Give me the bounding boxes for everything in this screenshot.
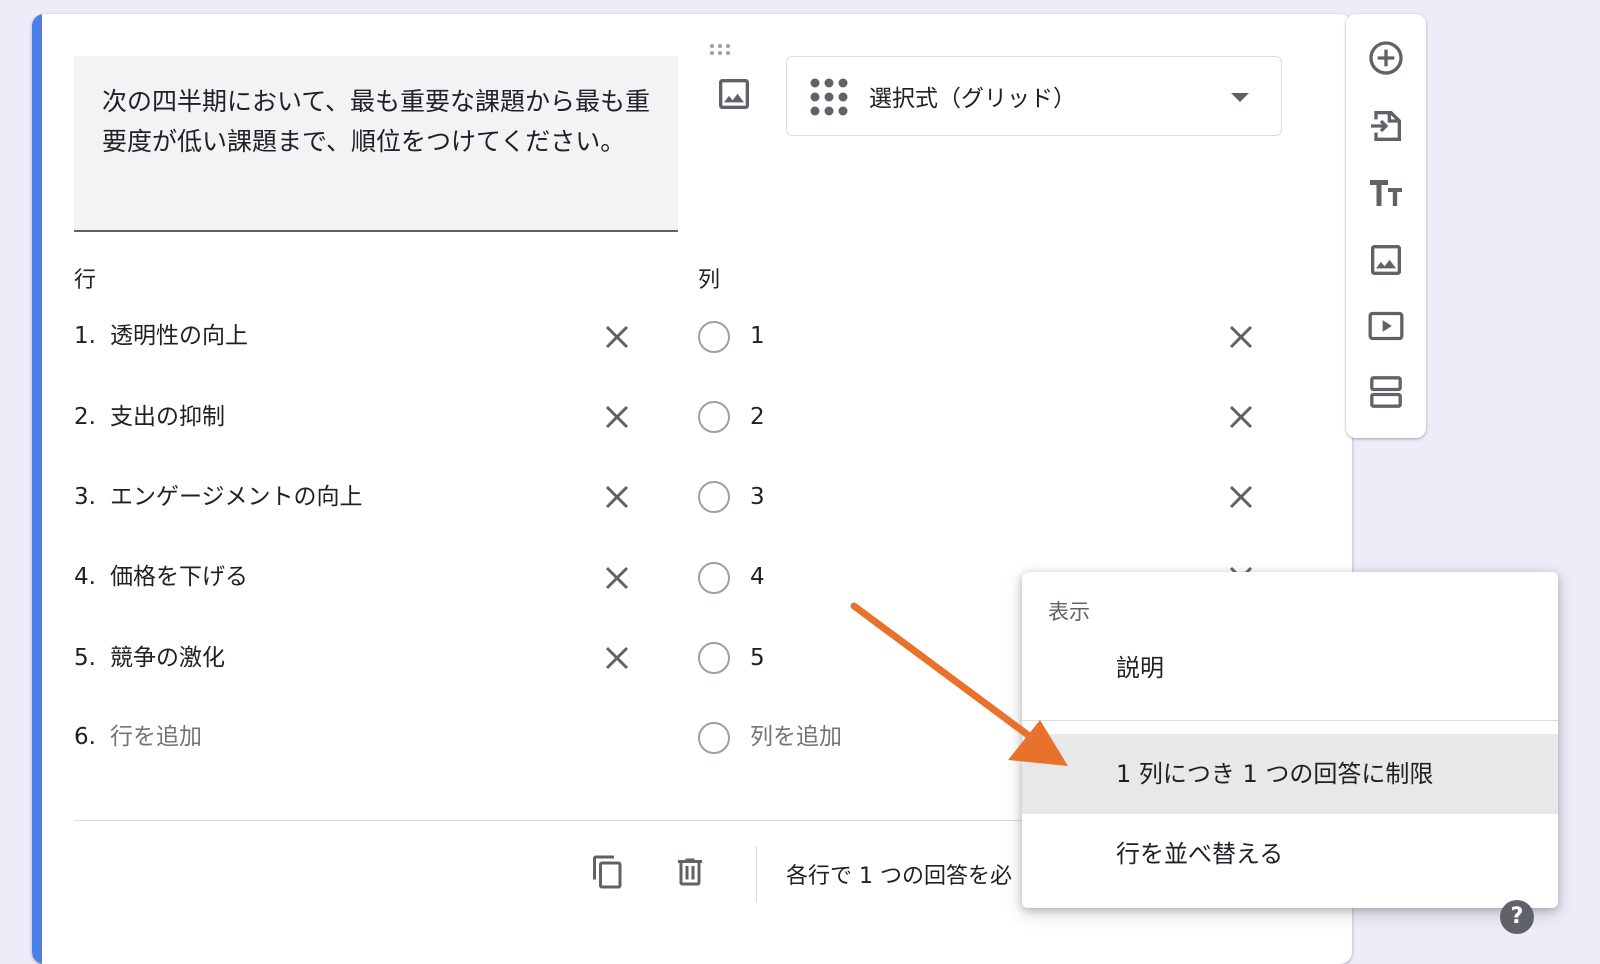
question-type-dropdown[interactable]: 選択式（グリッド）	[786, 56, 1282, 136]
annotation-arrow-icon	[850, 602, 1068, 766]
row-label: 価格を下げる	[110, 564, 248, 590]
trash-icon[interactable]	[672, 852, 708, 892]
grid-icon	[809, 77, 849, 117]
side-toolbar	[1346, 14, 1426, 438]
column-label[interactable]: 4	[750, 557, 765, 597]
column-radio-icon	[698, 562, 730, 594]
row-label: 支出の抑制	[110, 404, 225, 430]
column-label[interactable]: 1	[750, 316, 765, 356]
row-item[interactable]: 3. エンゲージメントの向上	[74, 477, 363, 517]
menu-item-shuffle-rows[interactable]: 行を並べ替える	[1022, 814, 1558, 894]
row-item[interactable]: 4. 価格を下げる	[74, 557, 248, 597]
help-icon[interactable]: ?	[1500, 900, 1534, 934]
remove-row-close-icon[interactable]	[600, 561, 634, 595]
add-video-icon[interactable]	[1366, 306, 1406, 346]
column-label[interactable]: 2	[750, 397, 765, 437]
column-radio-icon	[698, 642, 730, 674]
remove-column-close-icon[interactable]	[1224, 400, 1258, 434]
remove-column-close-icon[interactable]	[1224, 480, 1258, 514]
row-item[interactable]: 2. 支出の抑制	[74, 397, 225, 437]
add-row-field[interactable]: 6. 行を追加	[74, 717, 202, 757]
remove-row-close-icon[interactable]	[600, 641, 634, 675]
row-number: 4.	[74, 564, 96, 590]
question-type-label: 選択式（グリッド）	[869, 86, 1076, 112]
remove-column-close-icon[interactable]	[1224, 320, 1258, 354]
row-number: 5.	[74, 645, 96, 671]
column-radio-icon	[698, 321, 730, 353]
row-number: 3.	[74, 484, 96, 510]
add-question-icon[interactable]	[1366, 38, 1406, 78]
add-row-placeholder: 行を追加	[110, 724, 202, 750]
row-number: 2.	[74, 404, 96, 430]
chevron-down-icon	[1231, 93, 1249, 102]
add-section-icon[interactable]	[1366, 372, 1406, 412]
column-label[interactable]: 3	[750, 477, 765, 517]
add-image-icon[interactable]	[714, 74, 754, 114]
card-accent-bar	[32, 14, 42, 964]
more-options-menu: 表示 説明 1 列につき 1 つの回答に制限 行を並べ替える	[1022, 572, 1558, 908]
row-item[interactable]: 5. 競争の激化	[74, 638, 225, 678]
require-response-label: 各行で 1 つの回答を必	[786, 864, 1012, 889]
row-label: 競争の激化	[110, 645, 225, 671]
row-label: エンゲージメントの向上	[110, 484, 363, 510]
row-label: 透明性の向上	[110, 323, 248, 349]
import-questions-icon[interactable]	[1366, 106, 1406, 146]
add-image-icon[interactable]	[1366, 240, 1406, 280]
remove-row-close-icon[interactable]	[600, 400, 634, 434]
add-column-field[interactable]: 列を追加	[750, 717, 842, 757]
column-radio-icon	[698, 401, 730, 433]
question-title-text: 次の四半期において、最も重要な課題から最も重要度が低い課題まで、順位をつけてくだ…	[102, 87, 651, 156]
title-text-icon[interactable]	[1366, 172, 1406, 212]
drag-handle-icon[interactable]	[710, 42, 738, 56]
remove-row-close-icon[interactable]	[600, 320, 634, 354]
question-title-field[interactable]: 次の四半期において、最も重要な課題から最も重要度が低い課題まで、順位をつけてくだ…	[74, 56, 678, 232]
menu-item-description[interactable]: 説明	[1022, 628, 1558, 708]
columns-heading: 列	[698, 268, 721, 293]
row-number: 6.	[74, 724, 96, 750]
column-label[interactable]: 5	[750, 638, 765, 678]
menu-divider	[1022, 720, 1558, 721]
column-radio-icon	[698, 722, 730, 754]
column-radio-icon	[698, 481, 730, 513]
footer-separator	[756, 846, 757, 902]
menu-item-limit-one-response-per-column[interactable]: 1 列につき 1 つの回答に制限	[1022, 734, 1558, 814]
remove-row-close-icon[interactable]	[600, 480, 634, 514]
rows-heading: 行	[74, 268, 97, 293]
duplicate-icon[interactable]	[590, 852, 626, 892]
row-number: 1.	[74, 323, 96, 349]
row-item[interactable]: 1. 透明性の向上	[74, 316, 248, 356]
